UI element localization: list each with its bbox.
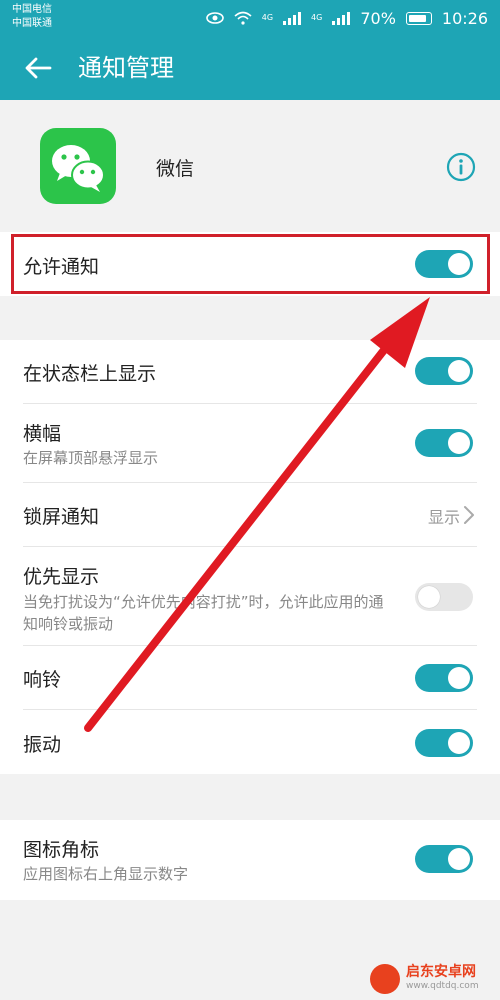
priority-display-toggle[interactable] (415, 583, 473, 611)
priority-display-label: 优先显示 (23, 566, 100, 588)
badge-card: 图标角标 应用图标右上角显示数字 (0, 820, 500, 900)
notification-settings-card: 在状态栏上显示 横幅 在屏幕顶部悬浮显示 锁屏通知 显示 优先显示 当免打扰设为… (0, 340, 500, 774)
signal-2-icon (332, 11, 351, 25)
badge-label: 图标角标 (23, 839, 100, 861)
eye-icon (205, 12, 224, 24)
highlight-box (11, 234, 490, 294)
watermark-title: 启东安卓网 (406, 964, 476, 980)
wechat-logo (40, 128, 116, 204)
watermark-logo (370, 964, 400, 994)
signal-1-icon (283, 11, 302, 25)
carrier-2: 中国联通 (12, 18, 52, 29)
status-bar-display-toggle[interactable] (415, 357, 473, 385)
info-icon[interactable] (446, 152, 476, 182)
chevron-right-icon (464, 506, 474, 524)
setting-row-status-bar-display[interactable]: 在状态栏上显示 (0, 340, 500, 403)
banner-label: 横幅 (23, 423, 62, 445)
lock-screen-value: 显示 (427, 508, 460, 527)
app-bar: 通知管理 (0, 36, 500, 100)
badge-description: 应用图标右上角显示数字 (23, 865, 189, 883)
setting-row-vibration[interactable]: 振动 (0, 710, 500, 774)
vibration-toggle[interactable] (415, 729, 473, 757)
ringtone-label: 响铃 (23, 669, 62, 691)
badge-toggle[interactable] (415, 845, 473, 873)
status-bar-display-label: 在状态栏上显示 (23, 363, 157, 385)
carrier-info: 中国电信 中国联通 (12, 3, 52, 31)
lock-screen-label: 锁屏通知 (23, 506, 100, 528)
banner-toggle[interactable] (415, 429, 473, 457)
app-name: 微信 (156, 158, 195, 180)
watermark-url: www.qdtdq.com (406, 981, 479, 991)
priority-display-description: 当免打扰设为“允许优先内容打扰”时，允许此应用的通知响铃或振动 (23, 593, 384, 633)
setting-row-lock-screen[interactable]: 锁屏通知 显示 (0, 483, 500, 546)
app-info-section: 微信 (0, 100, 500, 230)
battery-icon (405, 11, 432, 25)
setting-row-banner[interactable]: 横幅 在屏幕顶部悬浮显示 (0, 404, 500, 482)
carrier-1: 中国电信 (12, 4, 52, 15)
network-type-2: 4G (311, 13, 323, 22)
wechat-bubbles-icon (52, 145, 105, 192)
ringtone-toggle[interactable] (415, 664, 473, 692)
watermark: 启东安卓网 www.qdtdq.com (370, 962, 479, 996)
status-icons: 4G 4G 70% 10:26 (205, 6, 488, 30)
status-bar: 中国电信 中国联通 4G 4G 70% 10:26 (0, 0, 500, 36)
battery-percent: 70% (360, 8, 396, 28)
network-type-1: 4G (261, 13, 274, 22)
wifi-icon (234, 11, 252, 25)
page-title: 通知管理 (78, 54, 174, 82)
setting-row-badge[interactable]: 图标角标 应用图标右上角显示数字 (0, 820, 500, 900)
vibration-label: 振动 (23, 734, 62, 756)
setting-row-priority-display[interactable]: 优先显示 当免打扰设为“允许优先内容打扰”时，允许此应用的通知响铃或振动 (0, 547, 500, 645)
setting-row-ringtone[interactable]: 响铃 (0, 646, 500, 709)
banner-description: 在屏幕顶部悬浮显示 (23, 449, 159, 467)
clock: 10:26 (441, 8, 488, 28)
back-arrow-icon[interactable] (22, 52, 54, 84)
